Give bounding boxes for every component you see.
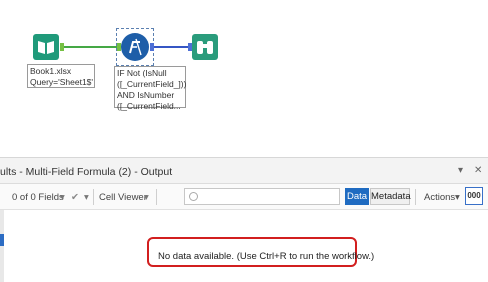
cell-viewer-button[interactable]: Cell Viewer [99,192,147,203]
annotation-line: ([_CurrentField_])) [117,79,187,89]
search-icon [189,192,198,201]
connection-formula-to-browse [154,46,189,48]
more-options-button[interactable]: 000 [465,187,483,205]
annotation-line: AND IsNumber [117,90,175,100]
results-toolbar: 0 of 0 Fields ▾ ✔ ▾ Cell Viewer ▾ Data M… [0,184,488,210]
cell-viewer-dropdown-icon[interactable]: ▾ [144,192,149,203]
annotation-line: Book1.xlsx [30,66,72,76]
fields-selector[interactable]: 0 of 0 Fields [12,192,64,203]
side-strip-indicator[interactable] [0,234,4,246]
checkmark-icon[interactable]: ✔ [71,192,79,203]
results-side-strip [0,210,4,282]
toolbar-divider [156,189,157,205]
data-view-button[interactable]: Data [345,188,369,205]
search-input[interactable] [201,189,337,204]
toolbar-divider [415,189,416,205]
check-dropdown-icon[interactable]: ▾ [84,192,89,203]
formula-icon [129,38,142,56]
annotation-line: IF Not (IsNull [117,68,167,78]
actions-dropdown-icon[interactable]: ▾ [455,192,460,203]
connection-input-to-formula [64,46,118,48]
fields-dropdown-icon[interactable]: ▾ [60,192,65,203]
panel-title: ults - Multi-Field Formula (2) - Output [0,166,173,178]
annotation-line: Query='Sheet1$' [30,77,94,87]
actions-menu-button[interactable]: Actions [424,192,455,203]
binoculars-icon [197,41,213,54]
input-data-tool[interactable] [33,34,59,60]
input-tool-annotation: Book1.xlsx Query='Sheet1$' [27,64,95,88]
results-panel-header: ults - Multi-Field Formula (2) - Output … [0,158,488,184]
input-output-anchor[interactable] [60,43,64,51]
formula-tool-annotation: IF Not (IsNull ([_CurrentField_])) AND I… [114,66,187,111]
search-field[interactable] [184,188,340,205]
formula-output-anchor[interactable] [150,43,154,51]
annotation-line: ([_CurrentField... [117,101,181,111]
book-icon [38,41,54,54]
browse-tool[interactable] [192,34,218,60]
workflow-canvas[interactable]: Book1.xlsx Query='Sheet1$' IF Not (IsNul… [0,0,488,157]
panel-dropdown-icon[interactable]: ▾ [458,165,463,176]
panel-close-icon[interactable]: ✕ [474,165,482,176]
toolbar-divider [93,189,94,205]
metadata-view-button[interactable]: Metadata [370,188,411,205]
multi-field-formula-tool[interactable] [121,33,149,61]
no-data-message: No data available. (Use Ctrl+R to run th… [158,251,375,262]
